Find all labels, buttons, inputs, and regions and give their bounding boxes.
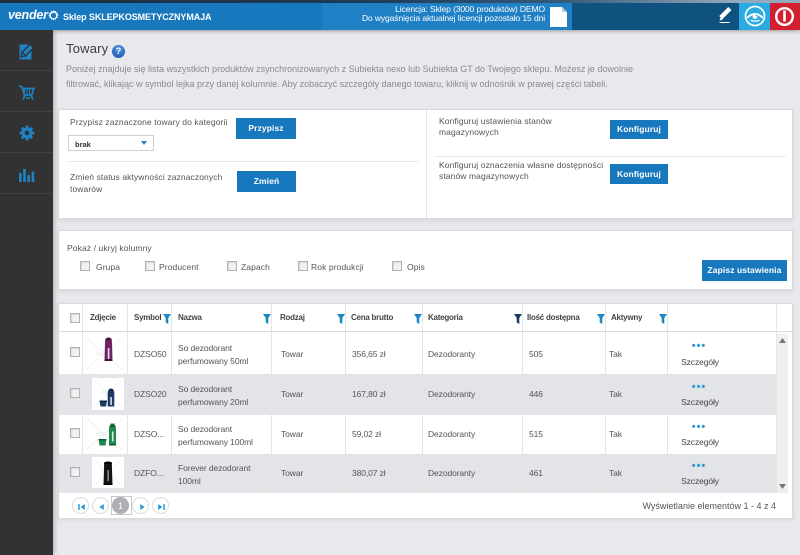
svg-text:Ima: Ima (96, 432, 107, 438)
